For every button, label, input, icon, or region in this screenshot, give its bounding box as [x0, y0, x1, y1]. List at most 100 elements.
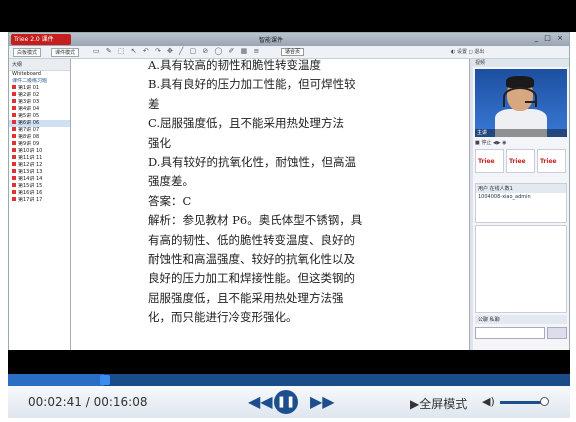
sidebar-item-label: 第11讲 11 — [18, 155, 43, 161]
thumbnail-1[interactable]: Triee — [475, 149, 504, 173]
sidebar-item[interactable]: 第13讲 13 — [9, 169, 70, 176]
chat-tabs[interactable]: 公聊 私聊 — [475, 315, 567, 324]
sidebar-item[interactable]: 第10讲 10 — [9, 148, 70, 155]
volume-slider[interactable] — [500, 401, 542, 404]
page-icon — [12, 155, 16, 159]
player-controls: 00:02:41 / 00:16:08 ◀◀ ❚❚ ▶▶ ▶全屏模式 ◀) — [8, 386, 570, 418]
fullscreen-button[interactable]: ▶全屏模式 — [410, 395, 467, 412]
sidebar-item[interactable]: 第7讲 07 — [9, 127, 70, 134]
document-line: B.具有良好的压力加工性能，但可焊性较 — [148, 77, 356, 92]
sidebar-item[interactable]: 第14讲 14 — [9, 176, 70, 183]
sidebar-item-label: 第1讲 01 — [18, 85, 40, 91]
video-label: 主讲 — [475, 129, 567, 137]
forward-icon[interactable]: ▶▶ — [310, 391, 335, 413]
progress-handle[interactable] — [99, 375, 110, 385]
sidebar-item[interactable]: 第16讲 16 — [9, 190, 70, 197]
document-page: A.具有较高的韧性和脆性转变温度 B.具有良好的压力加工性能，但可焊性较差 C.屈服… — [71, 59, 469, 351]
page-icon — [12, 197, 16, 201]
user-list: 用户 在线人数1 1004008-xiao_admin — [475, 183, 567, 223]
rewind-icon[interactable]: ◀◀ — [248, 391, 273, 413]
sidebar-item[interactable]: 第3讲 03 — [9, 99, 70, 106]
sidebar-section-whiteboard[interactable]: Whiteboard — [9, 71, 70, 78]
window-title: 智能课件 — [259, 37, 284, 44]
document-line: D.具有较好的抗氧化性，耐蚀性，但高温 — [148, 155, 356, 170]
chat-area — [475, 225, 567, 313]
page-icon — [12, 176, 16, 180]
video-panel-title: 视频 — [473, 59, 569, 67]
thumbnail-2[interactable]: Triee — [506, 149, 535, 173]
user-entry[interactable]: 1004008-xiao_admin — [476, 193, 566, 201]
chat-input[interactable] — [475, 327, 545, 339]
document-line: 耐蚀性和高温强度、较好的抗氧化性以及 — [148, 252, 355, 267]
headset-icon — [503, 87, 537, 107]
sidebar-item[interactable]: 第6讲 06 — [9, 120, 70, 127]
document-line: 答案：C — [148, 193, 192, 208]
tab-whiteboard[interactable]: 白板模式 — [13, 48, 42, 57]
document-line: 强度差。 — [148, 174, 194, 189]
volume-icon[interactable]: ◀) — [482, 395, 495, 408]
video-controls[interactable]: ■ 停止 ◀▶ ◉ — [475, 139, 567, 147]
sidebar-header: 大纲 — [9, 59, 70, 71]
sidebar-item-label: 第9讲 09 — [18, 141, 40, 147]
thumbnail-2-label: Triee — [509, 158, 526, 165]
page-icon — [12, 99, 16, 103]
sidebar-item[interactable]: 第5讲 05 — [9, 113, 70, 120]
sidebar-item[interactable]: 第2讲 02 — [9, 92, 70, 99]
volume-knob[interactable] — [540, 397, 549, 406]
sidebar-item[interactable]: 第9讲 09 — [9, 141, 70, 148]
page-icon — [12, 190, 16, 194]
page-icon — [12, 162, 16, 166]
sidebar-item-label: 第10讲 10 — [18, 148, 43, 154]
sidebar-item-label: 第5讲 05 — [18, 113, 40, 119]
thumbnail-1-label: Triee — [478, 158, 495, 165]
page-icon — [12, 113, 16, 117]
window-controls[interactable]: _ □ × — [535, 34, 565, 42]
document-line: 化，而只能进行冷变形强化。 — [148, 310, 298, 325]
document-line: 差 — [148, 96, 160, 111]
sidebar-section-courseware[interactable]: 课件二级练习题 — [9, 78, 70, 85]
courseware-thumbnails: Triee Triee Triee — [475, 149, 567, 183]
right-panel: 视频 主讲 ■ 停止 ◀▶ ◉ Triee Triee Triee 用户 在线人… — [473, 59, 569, 351]
sidebar-item-label: 第3讲 03 — [18, 99, 40, 105]
video-black-bar — [8, 350, 570, 374]
sidebar-item-label: 第6讲 06 — [18, 120, 40, 126]
sidebar-item[interactable]: 第4讲 04 — [9, 106, 70, 113]
sidebar-item-label: 第8讲 08 — [18, 134, 40, 140]
current-time: 00:02:41 — [28, 395, 82, 409]
sidebar-item[interactable]: 第12讲 12 — [9, 162, 70, 169]
sidebar-item-label: 第14讲 14 — [18, 176, 43, 182]
sidebar-item-label: 第12讲 12 — [18, 162, 43, 168]
page-icon — [12, 92, 16, 96]
top-black-bar — [0, 0, 576, 32]
sidebar-item[interactable]: 第8讲 08 — [9, 134, 70, 141]
thumbnail-3[interactable]: Triee — [537, 149, 566, 173]
document-line: 有高的韧性、低的脆性转变温度、良好的 — [148, 232, 355, 247]
title-bar: Triee 2.0 课件 智能课件 _ □ × — [9, 33, 569, 46]
page-icon — [12, 183, 16, 187]
drawing-tools[interactable]: ▭ ✎ ⬚ ↖ ↶ ↷ ✥ ╱ ▢ ⊘ ◯ ✐ ▦ ≡ — [93, 47, 261, 55]
page-icon — [12, 106, 16, 110]
zoom-select[interactable]: 适合页 — [281, 48, 305, 56]
toolbar-right-tools[interactable]: ◐ 设置 ◻ 退出 — [451, 48, 484, 55]
sidebar-item[interactable]: 第11讲 11 — [9, 155, 70, 162]
sidebar-item[interactable]: 第15讲 15 — [9, 183, 70, 190]
app-logo: Triee 2.0 课件 — [11, 34, 71, 45]
document-line: 屈服强度低，且不能采用热处理方法强 — [148, 290, 344, 305]
progress-bar[interactable] — [8, 374, 570, 386]
user-list-header: 用户 在线人数1 — [476, 184, 566, 193]
courseware-window: Triee 2.0 课件 智能课件 _ □ × 白板模式 课件模式 ▭ ✎ ⬚ … — [8, 32, 570, 351]
page-icon — [12, 127, 16, 131]
sidebar-item[interactable]: 第17讲 17 — [9, 197, 70, 204]
send-button[interactable] — [547, 327, 567, 339]
sidebar-item[interactable]: 第1讲 01 — [9, 85, 70, 92]
teacher-video: 主讲 — [475, 69, 567, 137]
page-icon — [12, 120, 16, 124]
sidebar-item-label: 第7讲 07 — [18, 127, 40, 133]
document-line: 强化 — [148, 135, 171, 150]
document-line: A.具有较高的韧性和脆性转变温度 — [148, 59, 321, 72]
page-icon — [12, 169, 16, 173]
pause-button[interactable]: ❚❚ — [274, 390, 298, 414]
sidebar-item-label: 第15讲 15 — [18, 183, 43, 189]
document-line: C.屈服强度低，且不能采用热处理方法 — [148, 116, 345, 131]
tab-courseware[interactable]: 课件模式 — [51, 48, 80, 57]
